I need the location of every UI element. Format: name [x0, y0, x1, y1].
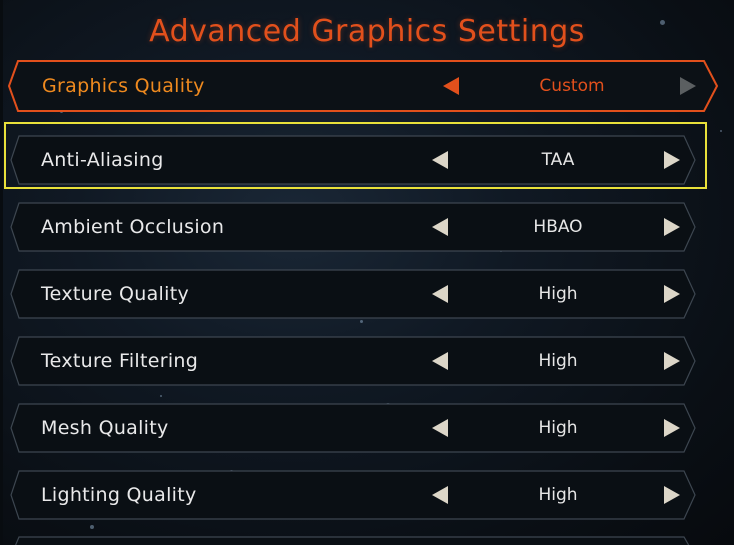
arrow-left-icon[interactable]: [430, 150, 450, 170]
row-frame: [14, 536, 690, 545]
setting-label: Anti-Aliasing: [41, 149, 164, 171]
arrow-left-icon[interactable]: [430, 418, 450, 438]
setting-row-ambient-occlusion[interactable]: Ambient Occlusion HBAO: [10, 202, 696, 252]
setting-row-graphics-quality[interactable]: Graphics Quality Custom: [7, 60, 719, 112]
arrow-left-icon[interactable]: [430, 351, 450, 371]
screen-edge: [0, 0, 3, 545]
setting-label: Mesh Quality: [41, 417, 169, 439]
setting-value: High: [538, 418, 578, 438]
arrow-left-icon[interactable]: [430, 485, 450, 505]
setting-value: High: [538, 485, 578, 505]
page-title: Advanced Graphics Settings: [149, 14, 585, 49]
setting-row-anti-aliasing[interactable]: Anti-Aliasing TAA: [10, 135, 696, 185]
arrow-left-icon[interactable]: [430, 217, 450, 237]
setting-row-texture-quality[interactable]: Texture Quality High: [10, 269, 696, 319]
setting-value: HBAO: [533, 217, 583, 237]
arrow-left-icon[interactable]: [441, 76, 461, 96]
arrow-right-icon[interactable]: [662, 284, 682, 304]
setting-label: Ambient Occlusion: [41, 216, 225, 238]
arrow-left-icon[interactable]: [430, 284, 450, 304]
settings-screen: Advanced Graphics Settings Graphics Qual…: [0, 0, 734, 545]
setting-label: Graphics Quality: [42, 75, 205, 97]
setting-row-mesh-quality[interactable]: Mesh Quality High: [10, 403, 696, 453]
arrow-right-icon[interactable]: [662, 351, 682, 371]
setting-label: Lighting Quality: [41, 484, 197, 506]
setting-row-lighting-quality[interactable]: Lighting Quality High: [10, 470, 696, 520]
setting-label: Texture Quality: [41, 283, 189, 305]
setting-label: Texture Filtering: [41, 350, 199, 372]
arrow-right-icon[interactable]: [662, 485, 682, 505]
setting-value: High: [538, 351, 578, 371]
setting-value: Custom: [539, 76, 605, 96]
arrow-right-icon[interactable]: [662, 418, 682, 438]
setting-value: High: [538, 284, 578, 304]
setting-row-texture-filtering[interactable]: Texture Filtering High: [10, 336, 696, 386]
arrow-right-icon[interactable]: [662, 217, 682, 237]
arrow-right-icon[interactable]: [662, 150, 682, 170]
setting-row-partial[interactable]: [10, 536, 696, 545]
arrow-right-icon[interactable]: [678, 76, 698, 96]
setting-value: TAA: [541, 150, 575, 170]
